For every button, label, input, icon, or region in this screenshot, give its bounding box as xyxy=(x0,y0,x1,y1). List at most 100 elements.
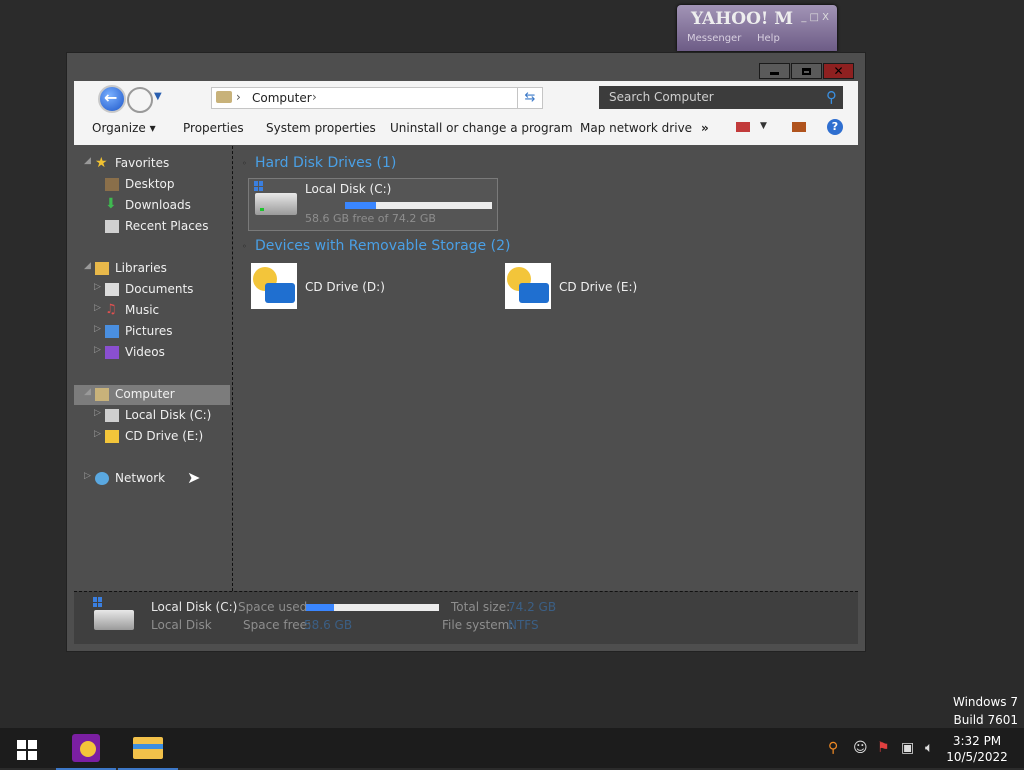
change-view-icon[interactable] xyxy=(736,122,750,132)
group-collapse-icon[interactable]: ◦ xyxy=(242,159,247,168)
documents-icon xyxy=(105,283,119,296)
toolbar: ← ▼ › Computer › ▼ ⇆ Search Computer ⚲ O… xyxy=(74,81,858,145)
minimize-button[interactable] xyxy=(759,63,790,79)
details-usage-fill xyxy=(306,604,334,611)
expand-icon[interactable]: ▷ xyxy=(84,471,91,481)
uninstall-program-button[interactable]: Uninstall or change a program xyxy=(390,121,573,135)
network-tray-icon[interactable]: ▣ xyxy=(901,740,914,756)
total-size-value: 74.2 GB xyxy=(508,600,557,614)
breadcrumb-chevron-icon[interactable]: › xyxy=(312,90,317,104)
expand-icon[interactable]: ▷ xyxy=(94,408,101,418)
watermark-build: Build 7601 xyxy=(953,713,1018,727)
cd-drive-d-label: CD Drive (D:) xyxy=(305,280,385,294)
cd-drive-e-label: CD Drive (E:) xyxy=(559,280,638,294)
computer-icon xyxy=(95,388,109,401)
close-button[interactable]: ✕ xyxy=(823,63,854,79)
system-properties-button[interactable]: System properties xyxy=(266,121,376,135)
collapse-icon[interactable]: ◢ xyxy=(84,387,91,397)
collapse-icon[interactable]: ◢ xyxy=(84,156,91,166)
expand-icon[interactable]: ▷ xyxy=(94,345,101,355)
expand-icon[interactable]: ▷ xyxy=(94,429,101,439)
disk-usage-fill xyxy=(345,202,376,209)
windows-build-watermark: Windows 7 Build 7601 xyxy=(953,693,1018,729)
yahoo-subtitle: Messenger xyxy=(687,33,742,44)
minimize-icon xyxy=(770,72,779,75)
organize-button[interactable]: Organize ▾ xyxy=(92,121,156,135)
help-button[interactable]: ? xyxy=(827,119,843,135)
windows-logo-icon xyxy=(93,597,103,607)
expand-icon[interactable]: ▷ xyxy=(94,303,101,313)
more-commands-button[interactable]: » xyxy=(701,121,709,135)
search-tray-icon[interactable]: ⚲ xyxy=(828,740,838,756)
search-input[interactable]: Search Computer xyxy=(609,90,714,104)
taskbar: ⚲ ☺ ⚑ ▣ 🔈︎ 3:32 PM 10/5/2022 xyxy=(0,728,1024,770)
collapse-icon[interactable]: ◢ xyxy=(84,261,91,271)
start-button[interactable] xyxy=(17,740,37,760)
desktop-icon xyxy=(105,178,119,191)
details-type: Local Disk xyxy=(151,618,212,632)
expand-icon[interactable]: ▷ xyxy=(94,282,101,292)
recent-places-icon xyxy=(105,220,119,233)
search-box[interactable]: Search Computer ⚲ xyxy=(599,86,843,109)
back-button[interactable]: ← xyxy=(98,85,126,113)
refresh-button[interactable]: ⇆ xyxy=(517,87,543,109)
space-free-label: Space free: xyxy=(243,618,312,632)
network-icon xyxy=(95,472,109,485)
hard-drive-icon xyxy=(255,193,297,215)
music-icon: ♫ xyxy=(105,302,117,317)
explorer-window: ✕ ← ▼ › Computer › ▼ ⇆ Search Computer ⚲… xyxy=(67,53,865,651)
search-icon[interactable]: ⚲ xyxy=(826,88,837,106)
volume-icon[interactable]: 🔈︎ xyxy=(925,740,933,756)
cd-drive-e-tile[interactable]: CD Drive (E:) xyxy=(505,263,745,313)
pictures-icon xyxy=(105,325,119,338)
cd-drive-icon xyxy=(251,263,297,309)
back-arrow-icon: ← xyxy=(104,88,118,107)
maximize-button[interactable] xyxy=(791,63,822,79)
file-system-value: NTFS xyxy=(508,618,539,632)
command-bar: Organize ▾ Properties System properties … xyxy=(74,114,858,144)
disk-usage-bar xyxy=(345,202,492,209)
preview-pane-icon[interactable] xyxy=(792,122,806,132)
group-header-hdd[interactable]: Hard Disk Drives (1) xyxy=(255,155,396,171)
group-header-removable[interactable]: Devices with Removable Storage (2) xyxy=(255,238,510,254)
expand-icon[interactable]: ▷ xyxy=(94,324,101,334)
address-bar[interactable]: › Computer › ▼ xyxy=(211,87,543,109)
navigation-pane: ◢ ★ Favorites Desktop ⬇ Downloads Recent… xyxy=(74,146,233,591)
messenger-tray-icon[interactable]: ☺ xyxy=(853,740,868,756)
breadcrumb-computer[interactable]: Computer xyxy=(252,91,312,105)
forward-button[interactable] xyxy=(127,87,153,113)
file-system-label: File system: xyxy=(442,618,514,632)
details-pane: Local Disk (C:) Local Disk Space used: S… xyxy=(74,591,858,644)
mouse-cursor-icon: ➤ xyxy=(187,468,201,487)
yahoo-messenger-window[interactable]: YAHOO! M _ □ X Messenger Help xyxy=(677,5,837,51)
map-network-drive-button[interactable]: Map network drive xyxy=(580,121,692,135)
cd-drive-d-tile[interactable]: CD Drive (D:) xyxy=(251,263,491,313)
local-disk-tile[interactable]: Local Disk (C:) 58.6 GB free of 74.2 GB xyxy=(248,178,498,231)
properties-button[interactable]: Properties xyxy=(183,121,244,135)
action-center-flag-icon[interactable]: ⚑ xyxy=(877,740,890,756)
videos-icon xyxy=(105,346,119,359)
yahoo-window-controls[interactable]: _ □ X xyxy=(801,12,829,23)
maximize-icon xyxy=(802,67,811,75)
hard-drive-icon xyxy=(94,610,134,630)
cd-drive-icon xyxy=(105,430,119,443)
group-collapse-icon[interactable]: ◦ xyxy=(242,242,247,251)
clock[interactable]: 3:32 PM 10/5/2022 xyxy=(945,733,1009,765)
download-icon: ⬇ xyxy=(105,196,117,212)
nav-computer[interactable]: ◢ Computer xyxy=(74,385,230,405)
taskbar-file-explorer[interactable] xyxy=(118,728,178,770)
space-used-label: Space used: xyxy=(238,600,312,614)
yahoo-logo: YAHOO! M xyxy=(691,9,794,29)
clock-time: 3:32 PM xyxy=(952,734,1002,748)
taskbar-yahoo-messenger[interactable] xyxy=(56,728,116,770)
view-options-dropdown-icon[interactable]: ▼ xyxy=(760,121,767,131)
watermark-os: Windows 7 xyxy=(952,695,1018,709)
windows-logo-icon xyxy=(254,181,264,191)
details-usage-bar xyxy=(306,604,439,611)
close-icon: ✕ xyxy=(833,64,844,78)
refresh-icon: ⇆ xyxy=(524,90,536,105)
total-size-label: Total size: xyxy=(451,600,511,614)
breadcrumb-chevron-icon[interactable]: › xyxy=(236,90,241,104)
recent-pages-dropdown-icon[interactable]: ▼ xyxy=(154,91,162,102)
yahoo-help-link[interactable]: Help xyxy=(757,33,780,44)
